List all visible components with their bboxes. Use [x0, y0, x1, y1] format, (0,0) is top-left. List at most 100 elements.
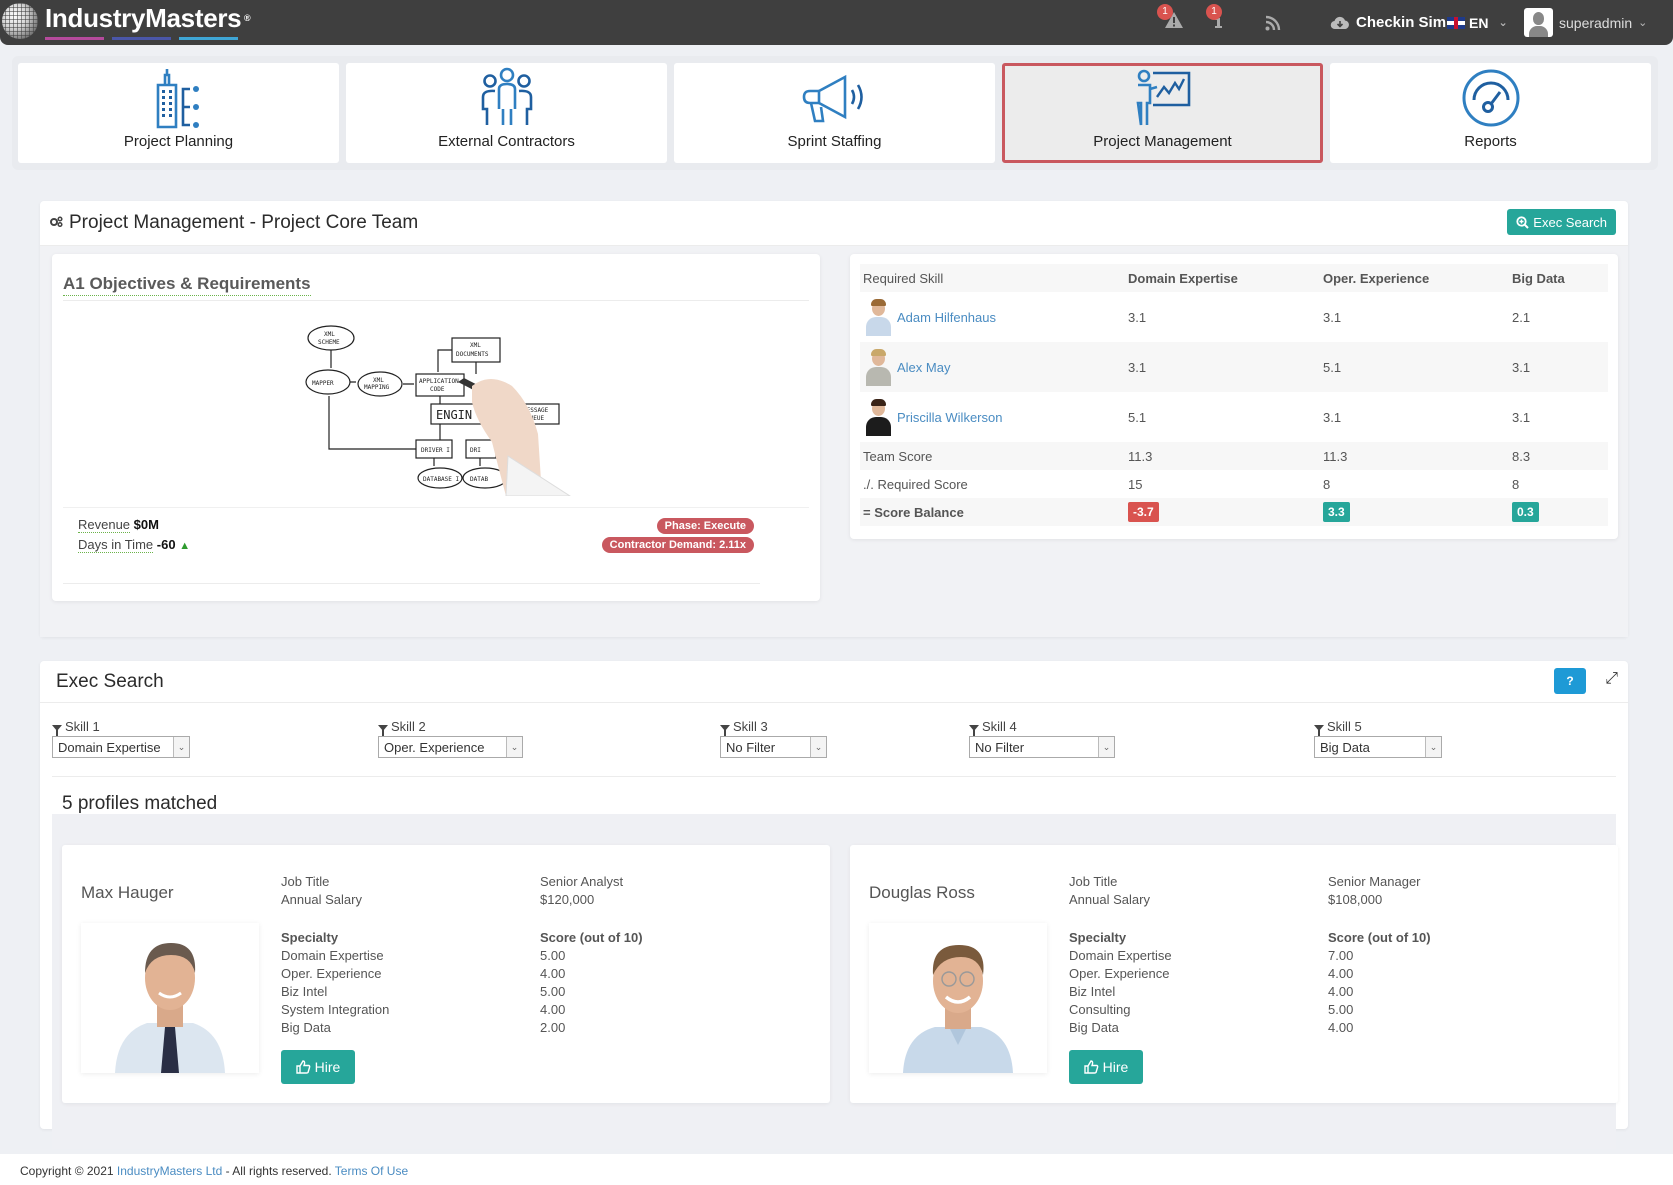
days-value: -60 [156, 537, 176, 552]
svg-text:DRI: DRI [470, 447, 481, 454]
avatar [863, 298, 893, 336]
skill-2-select[interactable]: Oper. Experience ⌄ [378, 736, 523, 758]
hire-button[interactable]: Hire [1069, 1050, 1143, 1084]
score-cell: 3.1 [1323, 309, 1342, 325]
job-title-row: Job Title Senior Analyst [281, 874, 624, 889]
column-header: Domain Expertise [1125, 264, 1320, 292]
terms-of-use-link[interactable]: Terms Of Use [335, 1164, 408, 1178]
hire-label: Hire [314, 1059, 341, 1075]
tile-sprint-staffing[interactable]: Sprint Staffing [674, 63, 995, 163]
score-cell: 3.1 [1509, 342, 1608, 392]
profile-details: Job Title Senior Manager Annual Salary $10… [1069, 873, 1589, 1037]
skill-filter: Skill 5 Big Data ⌄ [1314, 719, 1442, 758]
avatar [863, 398, 893, 436]
presenter-chart-icon [1136, 69, 1190, 126]
score-cell: 2.1 [1512, 309, 1531, 325]
copyright-text: Copyright © 2021 [20, 1164, 114, 1178]
logo[interactable]: IndustryMasters ® [2, 3, 251, 40]
svg-text:SCHEME: SCHEME [318, 339, 340, 346]
company-link[interactable]: IndustryMasters Ltd [117, 1164, 222, 1178]
skill-4-select[interactable]: No Filter ⌄ [969, 736, 1115, 758]
divider [63, 507, 809, 508]
skill-1-select[interactable]: Domain Expertise ⌄ [52, 736, 190, 758]
filter-label: Skill 4 [982, 719, 1017, 734]
info-button[interactable]: 1 [1206, 0, 1223, 45]
globe-logo-icon [2, 3, 38, 39]
member-link[interactable]: Priscilla Wilkerson [863, 398, 1125, 436]
column-header: Required Skill [860, 264, 1125, 292]
skill-row: Consulting 5.00 [1069, 1002, 1354, 1017]
objectives-card: A1 Objectives & Requirements XML SCHEME … [52, 254, 820, 601]
team-score-row: Team Score 11.3 11.3 8.3 [860, 442, 1608, 470]
days-in-time-kpi: Days in Time -60 ▲ [78, 537, 190, 553]
uk-flag-icon [1447, 16, 1465, 29]
member-link[interactable]: Adam Hilfenhaus [863, 298, 1125, 336]
tile-project-planning[interactable]: Project Planning [18, 63, 339, 163]
language-selector[interactable]: EN ⌄ [1447, 0, 1508, 45]
people-group-icon [481, 67, 532, 125]
score-cell: 3.1 [1125, 342, 1320, 392]
revenue-label[interactable]: Revenue [78, 517, 131, 533]
building-icon [156, 69, 199, 129]
alerts-badge: 1 [1157, 4, 1173, 20]
gauge-icon [1462, 69, 1519, 127]
logo-color-bars [45, 37, 238, 40]
member-name: Alex May [897, 359, 951, 375]
cloud-download-icon [1330, 16, 1349, 29]
help-button[interactable]: ? [1554, 668, 1586, 694]
job-title-row: Job Title Senior Manager [1069, 874, 1421, 889]
tile-project-management[interactable]: Project Management [1002, 63, 1323, 163]
user-menu[interactable]: superadmin ⌄ [1524, 0, 1647, 45]
logo-text: IndustryMasters ® [45, 3, 251, 33]
score-cell: 5.1 [1320, 342, 1509, 392]
expand-icon[interactable]: ⤢ [1605, 670, 1618, 688]
chevron-down-icon: ⌄ [1425, 737, 1441, 757]
objectives-title[interactable]: A1 Objectives & Requirements [63, 274, 311, 296]
hire-button[interactable]: Hire [281, 1050, 355, 1084]
skill-filter: Skill 3 No Filter ⌄ [720, 719, 827, 758]
table-row: Alex May 3.1 5.1 3.1 [860, 342, 1608, 392]
days-label[interactable]: Days in Time [78, 537, 154, 553]
exec-search-button[interactable]: Exec Search [1507, 209, 1616, 235]
member-link[interactable]: Alex May [863, 348, 1125, 386]
skill-row: System Integration 4.00 [281, 1002, 566, 1017]
score-cell: 11.3 [1125, 442, 1320, 470]
tile-external-contractors[interactable]: External Contractors [346, 63, 667, 163]
salary-row: Annual Salary $108,000 [1069, 892, 1383, 907]
checkin-label: Checkin Sim! [1356, 14, 1452, 31]
skill-filter: Skill 1 Domain Expertise ⌄ [52, 719, 190, 758]
svg-text:DOCUMENTS: DOCUMENTS [456, 351, 489, 358]
rss-button[interactable] [1265, 0, 1281, 45]
panel-body: A1 Objectives & Requirements XML SCHEME … [40, 246, 1628, 637]
member-name: Adam Hilfenhaus [897, 309, 996, 325]
checkin-sim-button[interactable]: Checkin Sim! [1330, 0, 1451, 45]
skill-filter: Skill 2 Oper. Experience ⌄ [378, 719, 523, 758]
skill-filter: Skill 4 No Filter ⌄ [969, 719, 1115, 758]
top-bar: IndustryMasters ® 1 1 Checkin Sim! EN ⌄ s… [0, 0, 1673, 45]
tile-reports[interactable]: Reports [1330, 63, 1651, 163]
skill-5-select[interactable]: Big Data ⌄ [1314, 736, 1442, 758]
tile-label: External Contractors [438, 133, 575, 150]
skill-filters: Skill 1 Domain Expertise ⌄ Skill 2 Oper. … [52, 719, 1616, 777]
username-label: superadmin [1559, 14, 1633, 31]
alerts-button[interactable]: 1 [1157, 0, 1184, 45]
profile-name: Max Hauger [81, 883, 174, 902]
filter-icon [52, 724, 62, 736]
specialty-header-row: Specialty Score (out of 10) [1069, 930, 1431, 945]
filter-label: Skill 2 [391, 719, 426, 734]
hire-label: Hire [1102, 1059, 1129, 1075]
skill-row: Oper. Experience 4.00 [281, 966, 566, 981]
skill-3-select[interactable]: No Filter ⌄ [720, 736, 827, 758]
svg-text:XML: XML [324, 331, 335, 338]
chevron-down-icon: ⌄ [1098, 737, 1114, 757]
member-name: Priscilla Wilkerson [897, 409, 1003, 425]
row-label: = Score Balance [860, 498, 1125, 526]
row-label: Team Score [860, 442, 1125, 470]
svg-text:DATABASE I: DATABASE I [423, 476, 460, 483]
warning-icon: 1 [1157, 4, 1184, 34]
score-cell: 8.3 [1509, 442, 1608, 470]
skill-row: Big Data 4.00 [1069, 1020, 1354, 1035]
skill-row: Biz Intel 5.00 [281, 984, 566, 999]
score-cell: 3.1 [1128, 309, 1147, 325]
score-cell: 8 [1323, 476, 1331, 492]
